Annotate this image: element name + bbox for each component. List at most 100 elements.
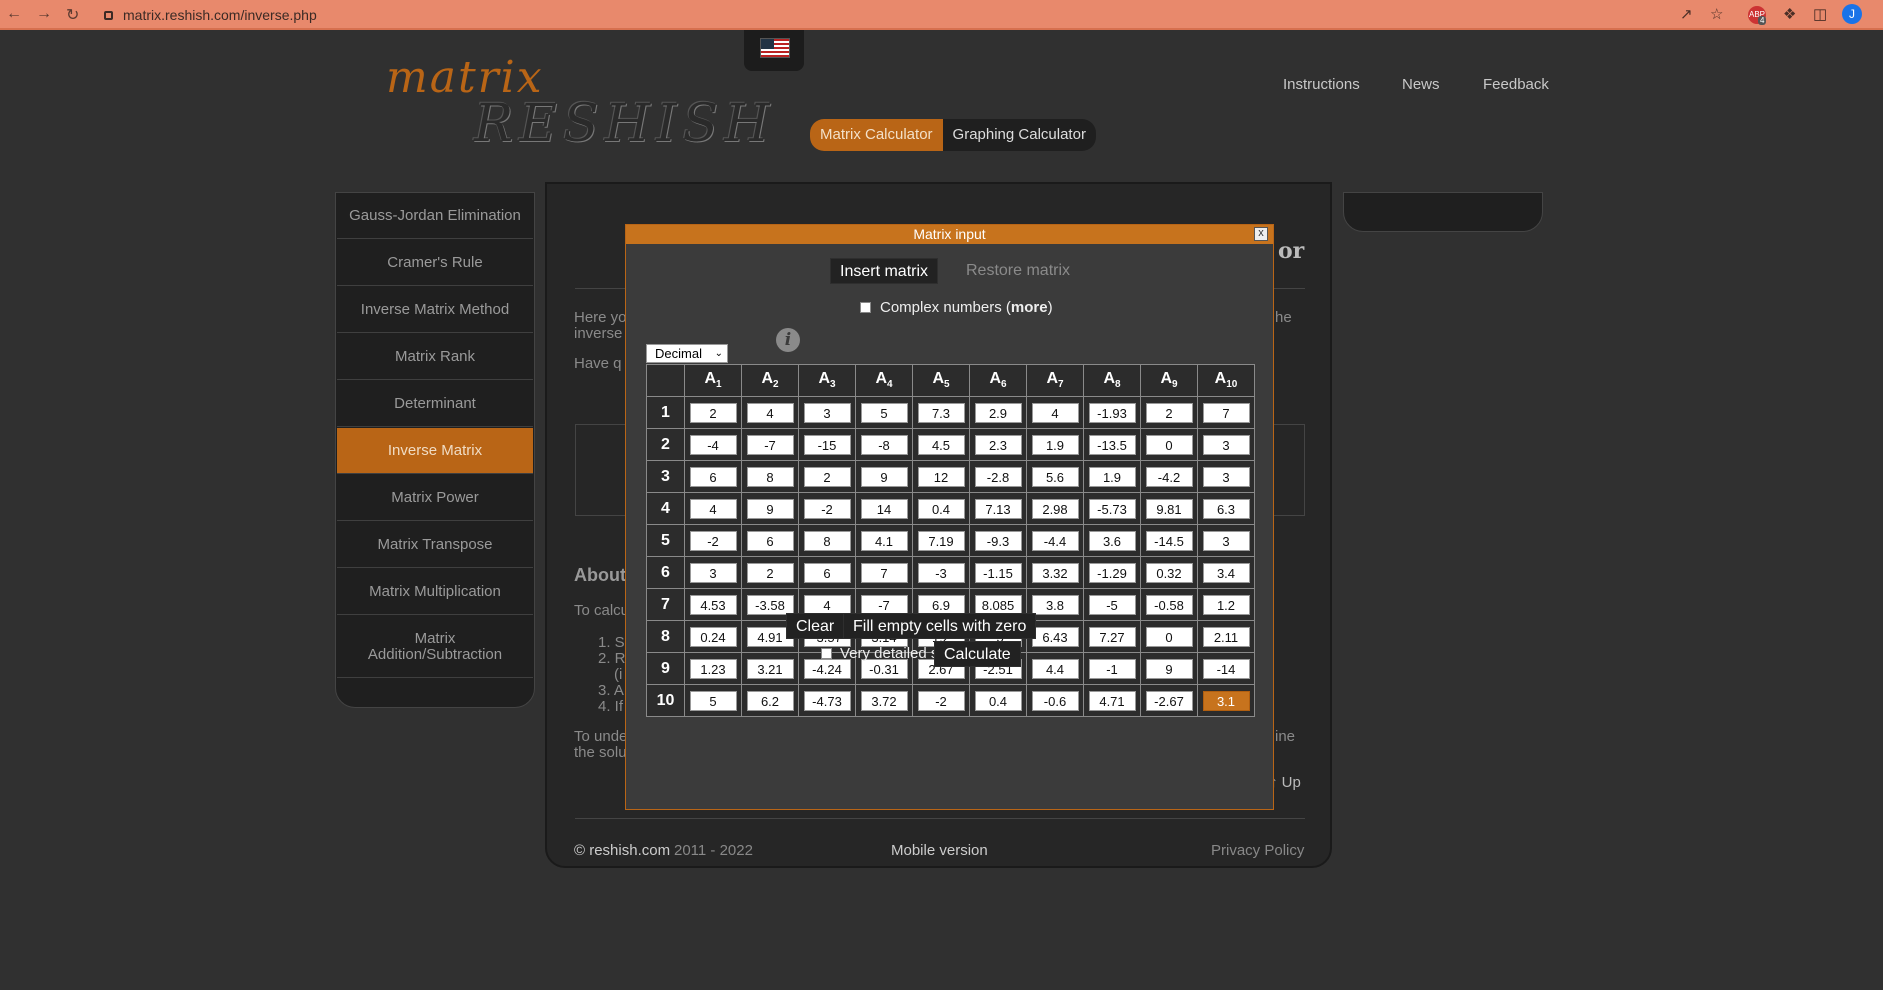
matrix-cell-input[interactable]: 0.4	[974, 690, 1022, 711]
info-icon[interactable]: i	[776, 328, 800, 352]
tab-graphing-calculator[interactable]: Graphing Calculator	[943, 119, 1096, 151]
matrix-cell-input[interactable]: 7.13	[974, 498, 1022, 519]
tab-matrix-calculator[interactable]: Matrix Calculator	[810, 119, 943, 151]
matrix-cell-input[interactable]: 2	[689, 402, 737, 423]
restore-matrix-button[interactable]: Restore matrix	[957, 258, 1079, 284]
matrix-cell-input[interactable]: 4.71	[1088, 690, 1136, 711]
bookmark-star-icon[interactable]: ☆	[1710, 5, 1723, 23]
matrix-cell-input[interactable]: 4	[803, 594, 851, 615]
matrix-cell-input[interactable]: 1.9	[1031, 434, 1079, 455]
matrix-cell-input[interactable]: 3.8	[1031, 594, 1079, 615]
footer-mobile-link[interactable]: Mobile version	[891, 842, 988, 859]
scroll-up-link[interactable]: ↑ Up	[1270, 774, 1301, 791]
matrix-cell-input[interactable]: -9.3	[974, 530, 1022, 551]
matrix-cell-input[interactable]: 8	[746, 466, 794, 487]
matrix-cell-input[interactable]: 1.9	[1088, 466, 1136, 487]
sidebar-item-matrix-multiplication[interactable]: Matrix Multiplication	[337, 569, 533, 615]
matrix-cell-input[interactable]: 3	[1202, 466, 1250, 487]
sidebar-item-matrix-rank[interactable]: Matrix Rank	[337, 334, 533, 380]
matrix-cell-input[interactable]: -5	[1088, 594, 1136, 615]
matrix-cell-input[interactable]: -4.2	[1145, 466, 1193, 487]
sidebar-item-matrix-addition[interactable]: Matrix Addition/Subtraction	[337, 616, 533, 678]
matrix-cell-input[interactable]: 3	[689, 562, 737, 583]
sidebar-item-matrix-transpose[interactable]: Matrix Transpose	[337, 522, 533, 568]
matrix-cell-input[interactable]: 8.085	[974, 594, 1022, 615]
matrix-cell-input[interactable]: 2	[803, 466, 851, 487]
matrix-cell-input[interactable]: 2	[1145, 402, 1193, 423]
matrix-cell-input[interactable]: 9	[746, 498, 794, 519]
matrix-cell-input[interactable]: 0.32	[1145, 562, 1193, 583]
matrix-cell-input[interactable]: -7	[860, 594, 908, 615]
calculate-button[interactable]: Calculate	[934, 641, 1021, 667]
matrix-cell-input[interactable]: 4.5	[917, 434, 965, 455]
sidepanel-icon[interactable]: ◫	[1813, 5, 1827, 23]
matrix-cell-input[interactable]: -0.58	[1145, 594, 1193, 615]
matrix-cell-input[interactable]: 6	[689, 466, 737, 487]
matrix-cell-input[interactable]: 3	[803, 402, 851, 423]
matrix-cell-input[interactable]: 3.1	[1202, 690, 1250, 711]
matrix-cell-input[interactable]: -2.8	[974, 466, 1022, 487]
matrix-cell-input[interactable]: 4	[746, 402, 794, 423]
matrix-cell-input[interactable]: -2	[803, 498, 851, 519]
matrix-cell-input[interactable]: 6	[803, 562, 851, 583]
us-flag-icon[interactable]	[760, 38, 790, 58]
matrix-cell-input[interactable]: 14	[860, 498, 908, 519]
matrix-cell-input[interactable]: 7	[860, 562, 908, 583]
fill-zero-button[interactable]: Fill empty cells with zero	[843, 613, 1037, 639]
matrix-cell-input[interactable]: -14.5	[1145, 530, 1193, 551]
matrix-cell-input[interactable]: 6	[746, 530, 794, 551]
matrix-cell-input[interactable]: 4	[1031, 402, 1079, 423]
matrix-cell-input[interactable]: 3.4	[1202, 562, 1250, 583]
sidebar-item-inverse-matrix[interactable]: Inverse Matrix	[337, 428, 533, 474]
matrix-cell-input[interactable]: 6.2	[746, 690, 794, 711]
matrix-cell-input[interactable]: -14	[1202, 658, 1250, 679]
matrix-cell-input[interactable]: 0	[1145, 626, 1193, 647]
matrix-cell-input[interactable]: 4.53	[689, 594, 737, 615]
matrix-cell-input[interactable]: -7	[746, 434, 794, 455]
matrix-cell-input[interactable]: 3.6	[1088, 530, 1136, 551]
nav-instructions[interactable]: Instructions	[1283, 76, 1360, 93]
complex-numbers-checkbox[interactable]	[860, 302, 871, 313]
matrix-cell-input[interactable]: 8	[803, 530, 851, 551]
matrix-cell-input[interactable]: 5.6	[1031, 466, 1079, 487]
matrix-cell-input[interactable]: -13.5	[1088, 434, 1136, 455]
profile-avatar[interactable]: J	[1842, 4, 1862, 24]
matrix-cell-input[interactable]: 0	[1145, 434, 1193, 455]
matrix-cell-input[interactable]: 9.81	[1145, 498, 1193, 519]
matrix-cell-input[interactable]: 7.3	[917, 402, 965, 423]
matrix-cell-input[interactable]: 9	[860, 466, 908, 487]
forward-icon[interactable]: →	[36, 5, 52, 23]
sidebar-item-gauss-jordan[interactable]: Gauss-Jordan Elimination	[337, 193, 533, 239]
extensions-puzzle-icon[interactable]: ❖	[1783, 5, 1796, 23]
sidebar-item-determinant[interactable]: Determinant	[337, 381, 533, 427]
sidebar-item-inverse-matrix-method[interactable]: Inverse Matrix Method	[337, 287, 533, 333]
address-bar[interactable]: matrix.reshish.com/inverse.php	[104, 4, 1664, 26]
matrix-cell-input[interactable]: 2.3	[974, 434, 1022, 455]
matrix-cell-input[interactable]: 3.32	[1031, 562, 1079, 583]
footer-copyright[interactable]: © reshish.com	[574, 842, 670, 859]
number-format-select[interactable]: Decimal ⌄	[646, 344, 728, 363]
matrix-cell-input[interactable]: 2.11	[1202, 626, 1250, 647]
matrix-cell-input[interactable]: -2	[917, 690, 965, 711]
matrix-cell-input[interactable]: 1.2	[1202, 594, 1250, 615]
matrix-cell-input[interactable]: 6.3	[1202, 498, 1250, 519]
matrix-cell-input[interactable]: -8	[860, 434, 908, 455]
close-button[interactable]: x	[1254, 227, 1268, 241]
nav-news[interactable]: News	[1402, 76, 1440, 93]
matrix-cell-input[interactable]: 4.1	[860, 530, 908, 551]
matrix-cell-input[interactable]: 9	[1145, 658, 1193, 679]
matrix-cell-input[interactable]: 7.27	[1088, 626, 1136, 647]
more-link[interactable]: more	[1011, 299, 1048, 316]
matrix-cell-input[interactable]: 7	[1202, 402, 1250, 423]
matrix-cell-input[interactable]: 5	[689, 690, 737, 711]
matrix-cell-input[interactable]: -2.67	[1145, 690, 1193, 711]
matrix-cell-input[interactable]: 3.21	[746, 658, 794, 679]
matrix-cell-input[interactable]: 2.9	[974, 402, 1022, 423]
insert-matrix-button[interactable]: Insert matrix	[830, 258, 939, 284]
matrix-cell-input[interactable]: 2	[746, 562, 794, 583]
matrix-cell-input[interactable]: 2.98	[1031, 498, 1079, 519]
reload-icon[interactable]: ↻	[66, 5, 79, 25]
matrix-cell-input[interactable]: -4.73	[803, 690, 851, 711]
sidebar-item-matrix-power[interactable]: Matrix Power	[337, 475, 533, 521]
matrix-cell-input[interactable]: 4.4	[1031, 658, 1079, 679]
